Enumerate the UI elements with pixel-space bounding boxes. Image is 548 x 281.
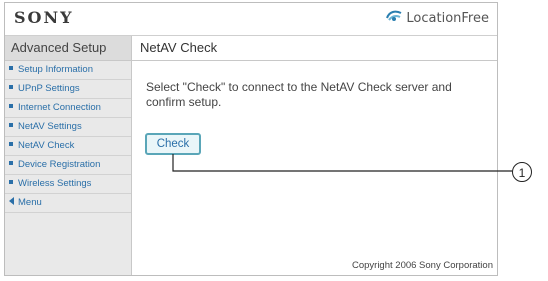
bullet-icon xyxy=(9,66,13,71)
browser-page: SONY LocationFree Advanced Setup Setup I… xyxy=(4,2,498,276)
sidebar-item-label: NetAV Settings xyxy=(18,121,82,132)
sidebar-item-setup-information[interactable]: Setup Information xyxy=(5,61,131,80)
sidebar-item-netav-check[interactable]: NetAV Check xyxy=(5,137,131,156)
page-title: NetAV Check xyxy=(132,36,497,61)
sidebar-item-label: Setup Information xyxy=(18,64,93,75)
bullet-icon xyxy=(9,85,13,90)
copyright-text: Copyright 2006 Sony Corporation xyxy=(351,260,493,271)
sidebar-title: Advanced Setup xyxy=(5,36,131,61)
main-content: NetAV Check Select "Check" to connect to… xyxy=(132,36,497,275)
bullet-icon xyxy=(9,123,13,128)
callout-number: 1 xyxy=(512,162,532,182)
sidebar-item-label: UPnP Settings xyxy=(18,83,80,94)
header-bar: SONY LocationFree xyxy=(5,3,497,36)
sidebar-item-label: Wireless Settings xyxy=(18,178,92,189)
locationfree-icon xyxy=(385,9,403,28)
triangle-left-icon xyxy=(9,197,14,206)
sidebar: Advanced Setup Setup Information UPnP Se… xyxy=(5,36,132,275)
sidebar-item-label: Menu xyxy=(18,197,42,208)
bullet-icon xyxy=(9,142,13,147)
sony-logo: SONY xyxy=(14,8,74,27)
sidebar-item-device-registration[interactable]: Device Registration xyxy=(5,156,131,175)
sidebar-item-upnp-settings[interactable]: UPnP Settings xyxy=(5,80,131,99)
locationfree-text: LocationFree xyxy=(406,11,489,26)
sidebar-item-internet-connection[interactable]: Internet Connection xyxy=(5,99,131,118)
check-button[interactable]: Check xyxy=(145,133,201,155)
sidebar-item-menu[interactable]: Menu xyxy=(5,194,131,213)
sidebar-item-label: NetAV Check xyxy=(18,140,75,151)
bullet-icon xyxy=(9,180,13,185)
description-text: Select "Check" to connect to the NetAV C… xyxy=(146,80,452,109)
sidebar-item-label: Device Registration xyxy=(18,159,101,170)
bullet-icon xyxy=(9,161,13,166)
locationfree-logo: LocationFree xyxy=(385,9,489,28)
bullet-icon xyxy=(9,104,13,109)
sidebar-item-netav-settings[interactable]: NetAV Settings xyxy=(5,118,131,137)
sidebar-item-label: Internet Connection xyxy=(18,102,101,113)
sidebar-item-wireless-settings[interactable]: Wireless Settings xyxy=(5,175,131,194)
